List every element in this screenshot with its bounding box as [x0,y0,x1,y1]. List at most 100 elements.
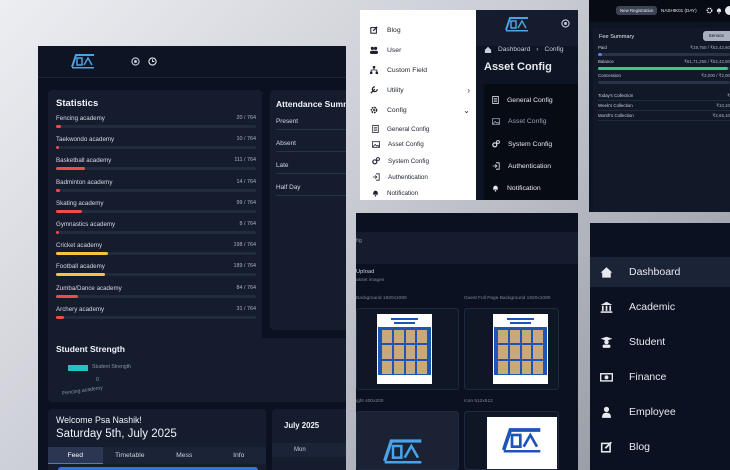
submenu-notification[interactable]: Notification [372,189,472,197]
submenu-general-config[interactable]: General Config [372,125,472,133]
dropdown-system-config[interactable]: System Config [492,140,552,148]
fee-progress-fill [598,53,602,56]
submenu-system-config[interactable]: System Config [372,157,472,165]
home-icon [600,267,613,278]
nav-label: Academic [629,301,676,313]
edit-icon [370,26,378,34]
new-registration-button[interactable]: New Registration [616,6,658,15]
poster-image [493,314,548,384]
fee-progress-fill [598,67,729,70]
stat-count: 99 / 764 [236,199,256,206]
guest-background-preview[interactable] [464,308,559,390]
submenu-asset-config[interactable]: Asset Config [372,141,472,148]
gear-icon[interactable] [706,7,713,14]
stat-progress-fill [56,167,85,171]
strength-title: Student Strength [56,344,125,354]
stat-progress-track [56,209,256,213]
graduate-icon [600,336,613,348]
stat-progress-track [56,146,256,150]
fee-summary-card: Fee Summary Service Paid ₹19,750 / ₹62,42… [593,28,730,212]
stat-row: Taekwondo academy 10 / 764 [56,136,256,156]
bell-icon[interactable] [716,7,722,14]
menu-item-utility[interactable]: Utility › [370,86,470,95]
submenu-label: Asset Config [388,141,424,148]
stat-label: Zumba/Dance academy [56,284,122,292]
attendance-title: Attendance Summ [276,99,346,109]
dropdown-authentication[interactable]: Authentication [492,162,551,170]
person-icon [601,406,612,418]
stat-row: Basketball academy 111 / 764 [56,157,256,177]
divider [598,120,730,121]
collection-label: Month's Collection [598,113,634,118]
nav-label: Blog [629,441,651,453]
guest-background-label: Guest Full Page Background 1920x1080 [464,296,551,301]
background-preview[interactable] [356,308,459,390]
tab-info[interactable]: Info [212,447,267,464]
logo-preview[interactable] [356,411,459,470]
sitemap-icon [370,66,378,74]
dropdown-general-config[interactable]: General Config [492,96,553,104]
edit-icon [600,441,612,453]
dropdown-notification[interactable]: Notification [492,184,541,192]
icon-label: Icon 512x512 [464,399,493,404]
stat-progress-track [56,231,256,234]
avatar[interactable] [725,6,730,15]
menu-item-label: User [387,46,402,54]
stat-progress-fill [56,231,59,234]
fee-label: Concession [598,73,621,78]
collection-row: Month's Collection ₹2,65,10 [598,113,730,118]
tools-icon [370,86,378,94]
config-dropdown: General Config Asset Config System Confi… [484,84,578,200]
stat-count: 14 / 764 [236,178,256,185]
legend-swatch [68,365,88,371]
tab-timetable[interactable]: Timetable [103,447,158,464]
clock-icon[interactable] [148,57,157,66]
stat-progress-fill [56,209,82,213]
nav-item-finance[interactable]: Finance [590,362,730,392]
settings-circle-icon[interactable] [561,19,570,28]
dropdown-label: Asset Config [508,118,547,125]
settings-circle-icon[interactable] [131,57,140,66]
nav-item-blog[interactable]: Blog [590,432,730,462]
nav-item-academic[interactable]: Academic [590,292,730,322]
upload-subtitle: asset images [356,278,385,283]
menu-item-config[interactable]: Config ⌄ [370,106,470,115]
stat-row: Zumba/Dance academy 84 / 764 [56,285,256,305]
users-icon [370,46,378,54]
stat-progress-track [56,315,256,319]
stat-row: Gymnastics academy 8 / 764 [56,221,256,241]
tab-mess[interactable]: Mess [157,447,212,464]
psa-logo [505,17,528,32]
submenu-authentication[interactable]: Authentication [372,173,472,181]
divider [598,100,730,101]
stat-row: Fencing academy 20 / 764 [56,115,256,135]
attendance-present: Present [276,118,299,125]
psa-logo [501,428,541,453]
dropdown-asset-config[interactable]: Asset Config [492,118,547,125]
menu-item-blog[interactable]: Blog [370,26,470,34]
welcome-tabs: Feed Timetable Mess Info [48,447,266,464]
student-strength-card: Student Strength Student Strength 0 Fenc… [48,338,346,402]
tab-feed[interactable]: Feed [48,447,103,464]
stat-count: 8 / 764 [239,221,257,227]
statistics-card: Statistics Fencing academy 20 / 764 Taekwo… [48,90,262,374]
poster-image [377,314,432,384]
side-menu: Blog User Custom Field Utility › Config … [360,10,476,200]
bank-icon [600,301,613,313]
menu-item-custom-field[interactable]: Custom Field [370,66,470,74]
submenu-label: Notification [387,189,419,197]
breadcrumb-home[interactable]: Dashboard [498,46,530,53]
nav-item-employee[interactable]: Employee [590,397,730,427]
menu-item-user[interactable]: User [370,46,470,54]
stat-row: Archery academy 31 / 764 [56,306,256,326]
nav-item-dashboard[interactable]: Dashboard [590,257,730,287]
service-button[interactable]: Service [702,31,730,41]
stat-progress-fill [56,294,78,298]
attendance-absent: Absent [276,140,296,147]
nav-item-student[interactable]: Student [590,327,730,357]
nav-label: Finance [629,371,667,383]
menu-item-label: Blog [387,26,401,34]
stat-label: Gymnastics academy [56,221,116,228]
icon-preview[interactable] [464,411,559,470]
money-icon [600,373,613,382]
